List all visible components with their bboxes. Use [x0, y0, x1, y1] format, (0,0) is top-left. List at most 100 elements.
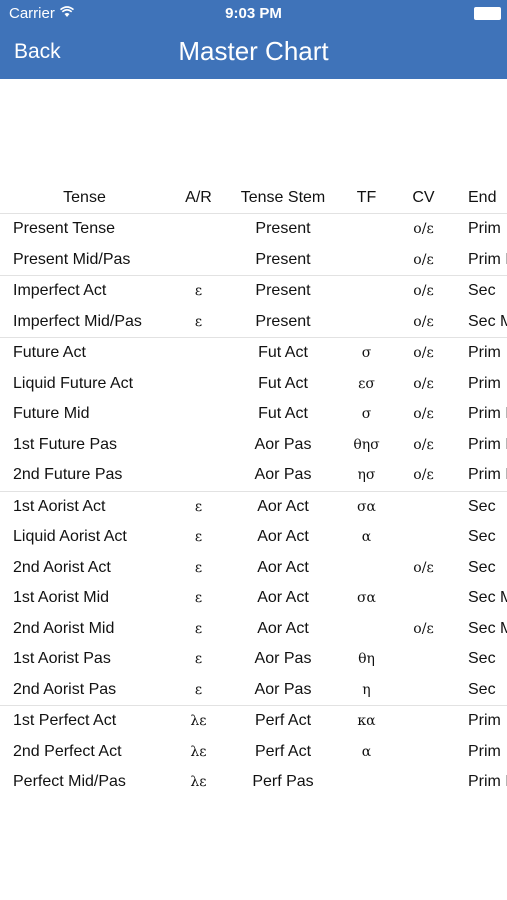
tense-stem-cell: Fut Act: [258, 374, 308, 392]
tense-stem-cell: Fut Act: [258, 405, 308, 423]
tense-cell: Future Act: [0, 337, 169, 369]
connecting-vowel-cell: o/ε: [413, 313, 434, 330]
augment-reduplication-cell: [169, 337, 228, 369]
tense-formative-cell: εσ: [358, 375, 375, 392]
tense-cell: Imperfect Act: [0, 275, 169, 307]
connecting-vowel-cell: [395, 644, 452, 675]
connecting-vowel-cell: o/ε: [413, 375, 434, 392]
tense-formative-cell: [338, 275, 395, 307]
header-ar: A/R: [169, 183, 228, 214]
tense-formative-cell: [338, 245, 395, 276]
master-chart-table-container[interactable]: Tense A/R Tense Stem TF CV End Present T…: [0, 183, 507, 798]
tense-cell: Liquid Aorist Act: [13, 528, 127, 546]
augment-reduplication-cell: [169, 460, 228, 491]
tense-formative-cell: κα: [338, 705, 395, 737]
table-row: 2nd Aorist Mid ε Aor Act o/ε Sec M: [0, 614, 507, 645]
header-tense: Tense: [0, 183, 169, 214]
master-chart-table: Tense A/R Tense Stem TF CV End Present T…: [0, 183, 507, 798]
tense-formative-cell: θη: [358, 651, 375, 668]
tense-cell: 2nd Aorist Mid: [13, 619, 115, 637]
tense-stem-cell: Aor Act: [257, 619, 309, 637]
tense-stem-cell: Present: [255, 312, 311, 330]
connecting-vowel-cell: o/ε: [413, 559, 434, 576]
ending-cell: Sec: [468, 680, 496, 698]
tense-stem-cell: Fut Act: [228, 337, 338, 369]
ending-cell: Sec: [452, 490, 507, 522]
table-row: Liquid Future Act Fut Act εσ o/ε Prim: [0, 369, 507, 400]
page-title: Master Chart: [178, 36, 329, 66]
tense-cell: Imperfect Mid/Pas: [13, 312, 142, 330]
tense-formative-cell: σ: [338, 337, 395, 369]
table-row: 2nd Aorist Act ε Aor Act o/ε Sec: [0, 553, 507, 584]
ending-cell: Prim: [468, 374, 501, 392]
ending-cell: Prim: [468, 742, 501, 760]
connecting-vowel-cell: o/ε: [413, 221, 434, 238]
augment-reduplication-cell: [169, 214, 228, 245]
tense-stem-cell: Aor Pas: [254, 650, 312, 668]
augment-reduplication-cell: [169, 399, 228, 430]
connecting-vowel-cell: o/ε: [413, 620, 434, 637]
tense-cell: 1st Aorist Act: [0, 490, 169, 522]
clock: 9:03 PM: [225, 5, 282, 22]
table-row: Liquid Aorist Act ε Aor Act α Sec: [0, 522, 507, 553]
table-row: Perfect Mid/Pas λε Perf Pas Prim M: [0, 767, 507, 798]
tense-formative-cell: σα: [356, 590, 376, 607]
header-end: End: [452, 183, 507, 214]
tense-cell: Liquid Future Act: [13, 374, 134, 392]
table-row: 1st Aorist Mid ε Aor Act σα Sec M: [0, 583, 507, 614]
tense-formative-cell: η: [362, 681, 371, 698]
status-bar: Carrier 9:03 PM: [0, 0, 507, 28]
augment-reduplication-cell: ε: [194, 651, 203, 668]
tense-cell: 2nd Aorist Pas: [13, 680, 117, 698]
augment-reduplication-cell: ε: [194, 313, 203, 330]
tense-cell: 2nd Perfect Act: [13, 742, 122, 760]
tense-cell: Present Mid/Pas: [13, 250, 131, 268]
ending-cell: Prim: [452, 337, 507, 369]
ending-cell: Prim M: [468, 405, 507, 423]
connecting-vowel-cell: o/ε: [395, 337, 452, 369]
table-row: Imperfect Mid/Pas ε Present o/ε Sec M: [0, 307, 507, 338]
table-row: 2nd Future Pas Aor Pas ησ o/ε Prim M: [0, 460, 507, 491]
tense-formative-cell: ησ: [357, 467, 376, 484]
ending-cell: Sec: [452, 275, 507, 307]
tense-formative-cell: α: [361, 743, 372, 760]
tense-cell: 1st Aorist Mid: [13, 589, 110, 607]
table-row: 1st Future Pas Aor Pas θησ o/ε Prim M: [0, 430, 507, 461]
ending-cell: Prim M: [468, 250, 507, 268]
ending-cell: Prim: [452, 705, 507, 737]
connecting-vowel-cell: [395, 490, 452, 522]
connecting-vowel-cell: [395, 675, 452, 706]
battery-icon: [474, 7, 501, 20]
tense-formative-cell: [338, 307, 395, 338]
augment-reduplication-cell: [169, 369, 228, 400]
tense-cell: 1st Perfect Act: [0, 705, 169, 737]
tense-cell: 1st Future Pas: [13, 435, 118, 453]
tense-cell: 1st Aorist Pas: [13, 650, 111, 668]
tense-formative-cell: α: [361, 529, 372, 546]
augment-reduplication-cell: ε: [194, 590, 203, 607]
connecting-vowel-cell: [395, 767, 452, 798]
tense-stem-cell: Aor Pas: [254, 680, 312, 698]
augment-reduplication-cell: [169, 245, 228, 276]
tense-stem-cell: Present: [255, 250, 311, 268]
tense-stem-cell: Perf Act: [228, 705, 338, 737]
header-tf: TF: [338, 183, 395, 214]
augment-reduplication-cell: [169, 430, 228, 461]
table-row: 1st Perfect Act λε Perf Act κα Prim: [0, 705, 507, 737]
tense-formative-cell: [338, 767, 395, 798]
tense-stem-cell: Aor Act: [228, 490, 338, 522]
table-row: Present Mid/Pas Present o/ε Prim M: [0, 245, 507, 276]
tense-stem-cell: Aor Pas: [254, 435, 312, 453]
tense-stem-cell: Perf Pas: [252, 773, 314, 791]
tense-formative-cell: [338, 214, 395, 245]
header-tense-stem: Tense Stem: [228, 183, 338, 214]
table-row: Future Mid Fut Act σ o/ε Prim M: [0, 399, 507, 430]
augment-reduplication-cell: ε: [194, 529, 203, 546]
tense-stem-cell: Aor Act: [257, 528, 309, 546]
ending-cell: Sec M: [468, 312, 507, 330]
ending-cell: Prim M: [468, 435, 507, 453]
tense-stem-cell: Perf Act: [254, 742, 312, 760]
tense-cell: 2nd Aorist Act: [13, 558, 111, 576]
connecting-vowel-cell: o/ε: [395, 275, 452, 307]
augment-reduplication-cell: ε: [194, 681, 203, 698]
